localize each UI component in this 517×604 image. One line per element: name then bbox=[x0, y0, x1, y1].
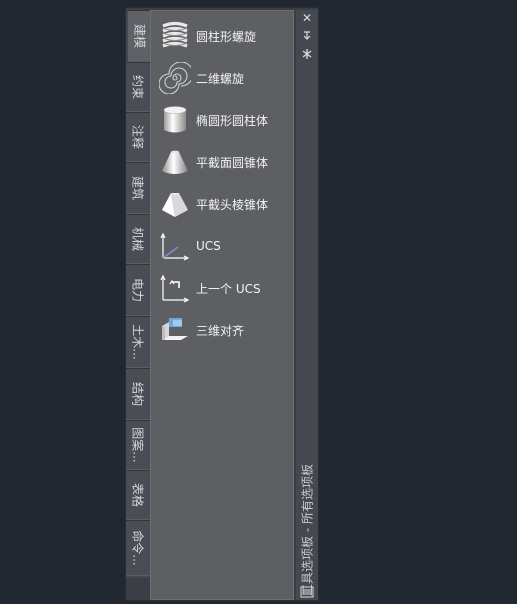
tab-annotation[interactable]: 注释 bbox=[126, 112, 150, 162]
tab-label: 结构 bbox=[130, 381, 145, 407]
tool-previous-ucs[interactable]: 上一个 UCS bbox=[159, 271, 293, 305]
tool-3d-align[interactable]: 三维对齐 bbox=[159, 313, 293, 347]
tab-tables[interactable]: 表格 bbox=[126, 470, 150, 520]
autohide-icon[interactable] bbox=[299, 30, 315, 42]
tool-cylindrical-helix[interactable]: 圆柱形螺旋 bbox=[159, 19, 293, 53]
tool-label: 三维对齐 bbox=[196, 323, 245, 338]
tool-spiral[interactable]: 二维螺旋 bbox=[159, 61, 293, 95]
tab-label: 图案... bbox=[130, 427, 145, 463]
elliptical-cylinder-icon bbox=[163, 106, 187, 133]
tool-label: UCS bbox=[196, 239, 221, 253]
previous-ucs-icon bbox=[160, 274, 190, 303]
tab-label: 土木... bbox=[130, 324, 145, 360]
tab-label: 电力 bbox=[130, 277, 145, 303]
3d-align-icon bbox=[162, 318, 188, 340]
tab-label: 约束 bbox=[130, 74, 145, 100]
tab-label: 命令... bbox=[130, 530, 145, 566]
tab-architecture[interactable]: 建筑 bbox=[126, 162, 150, 214]
tool-elliptical-cylinder[interactable]: 椭圆形圆柱体 bbox=[159, 103, 293, 137]
tab-command[interactable]: 命令... bbox=[126, 520, 150, 576]
palette-title-bar: ✕ 工具选项板 - 所有选项板 bbox=[296, 10, 318, 600]
properties-icon[interactable] bbox=[299, 48, 315, 60]
tab-structural[interactable]: 结构 bbox=[126, 368, 150, 420]
tab-civil[interactable]: 土木... bbox=[126, 316, 150, 368]
tool-ucs[interactable]: UCS bbox=[159, 229, 293, 263]
palette-tabs: 建模 约束 注释 建筑 机械 电力 土木... 结构 图案... 表格 命令..… bbox=[126, 10, 152, 578]
tool-label: 平截头棱锥体 bbox=[196, 197, 269, 212]
tool-frustum-cone[interactable]: 平截面圆锥体 bbox=[159, 145, 293, 179]
tool-label: 二维螺旋 bbox=[196, 71, 245, 86]
tab-modeling[interactable]: 建模 bbox=[128, 10, 152, 62]
tab-constraints[interactable]: 约束 bbox=[126, 62, 150, 112]
frustum-cone-icon bbox=[162, 150, 188, 174]
palette-content: 圆柱形螺旋 二维螺旋 椭圆形圆柱体 平截面圆锥体 平截头棱锥体 UCS 上一个 … bbox=[150, 10, 294, 600]
close-icon[interactable]: ✕ bbox=[299, 12, 315, 24]
spiral-icon bbox=[159, 62, 191, 94]
tab-label: 建筑 bbox=[130, 175, 145, 201]
tool-frustum-pyramid[interactable]: 平截头棱锥体 bbox=[159, 187, 293, 221]
frustum-pyramid-icon bbox=[162, 193, 188, 217]
ucs-icon bbox=[160, 232, 190, 261]
tab-label: 表格 bbox=[130, 482, 145, 508]
tool-label: 平截面圆锥体 bbox=[196, 155, 269, 170]
tab-mechanical[interactable]: 机械 bbox=[126, 214, 150, 264]
cylindrical-helix-icon bbox=[162, 21, 188, 48]
palette-menu-icon[interactable] bbox=[299, 586, 315, 598]
tool-label: 上一个 UCS bbox=[196, 281, 261, 296]
tab-electrical[interactable]: 电力 bbox=[126, 264, 150, 316]
tab-label: 机械 bbox=[130, 226, 145, 252]
palette-title: 工具选项板 - 所有选项板 bbox=[300, 464, 315, 596]
tab-hatches[interactable]: 图案... bbox=[126, 420, 150, 470]
tool-label: 椭圆形圆柱体 bbox=[196, 113, 269, 128]
tab-label: 建模 bbox=[132, 23, 147, 49]
tab-label: 注释 bbox=[130, 124, 145, 150]
tool-label: 圆柱形螺旋 bbox=[196, 29, 257, 44]
